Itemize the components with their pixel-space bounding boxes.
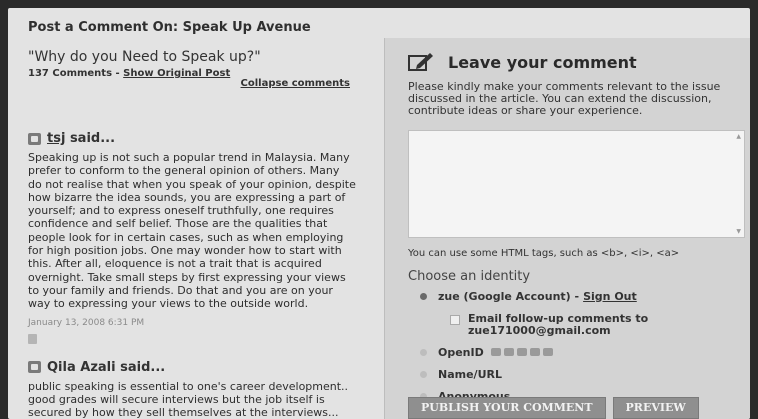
comment-date[interactable]: January 13, 2008 6:31 PM [28,318,356,328]
openid-icon [490,348,501,357]
post-title: "Why do you Need to Speak up?" [28,49,261,65]
email-followup-option[interactable]: Email follow-up comments to zue171000@gm… [450,312,732,337]
comment-textarea[interactable]: ▲ ▼ [408,129,745,238]
form-title: Leave your comment [448,52,637,72]
comment-body: public speaking is essential to one's ca… [28,379,349,419]
identity-option-openid[interactable]: OpenID [420,346,732,359]
identity-option-google[interactable]: zue (Google Account) - Sign Out [420,290,732,303]
wordpress-icon [516,348,527,357]
aim-icon [542,348,553,357]
comment-author: Qila Azali said... [28,360,356,375]
comment: tsj said... Speaking up is not such a po… [28,131,356,344]
post-header: Post a Comment On: Speak Up Avenue [28,20,311,35]
html-tags-note: You can use some HTML tags, such as <b>,… [408,247,680,259]
typepad-icon [529,348,540,357]
openid-provider-icons [490,348,553,357]
scroll-up-arrow[interactable]: ▲ [736,133,741,140]
name-url-label: Name/URL [438,367,502,381]
publish-comment-button[interactable]: PUBLISH YOUR COMMENT [408,397,606,419]
author-name: Qila Azali [47,359,116,375]
show-original-post-link[interactable]: Show Original Post [123,68,230,79]
email-followup-checkbox[interactable] [450,314,460,325]
meta-separator: - [112,68,124,79]
author-name-link[interactable]: tsj [47,131,65,146]
identity-option-name-url[interactable]: Name/URL [420,368,732,381]
sign-out-link[interactable]: Sign Out [583,290,637,303]
form-intro: Please kindly make your comments relevan… [408,80,721,118]
said-label: said... [65,131,116,146]
said-label: said... [115,359,166,375]
comment-count: 137 Comments [28,68,113,79]
blogger-profile-icon [28,361,41,374]
preview-button[interactable]: PREVIEW [612,397,699,419]
scroll-down-arrow[interactable]: ▼ [736,228,741,235]
edit-pen-icon [408,53,433,71]
screen: Post a Comment On: Speak Up Avenue "Why … [8,8,750,419]
name-url-radio[interactable] [420,370,427,378]
form-buttons: PUBLISH YOUR COMMENT PREVIEW [408,397,699,419]
collapse-comments-link[interactable]: Collapse comments [28,78,356,89]
delete-comment-icon[interactable] [28,333,37,344]
identity-heading: Choose an identity [408,268,531,284]
form-title-row: Leave your comment [408,52,732,72]
openid-radio[interactable] [420,348,427,356]
email-address: zue171000@gmail.com [468,323,611,337]
google-label: zue (Google Account) - [438,289,580,303]
comments-panel: Post a Comment On: Speak Up Avenue "Why … [8,8,370,419]
comment-form: Leave your comment Please kindly make yo… [384,38,750,419]
comment-body: Speaking up is not such a popular trend … [28,151,356,311]
google-radio[interactable] [420,292,427,300]
comment: Qila Azali said... public speaking is es… [28,360,356,419]
comment-author: tsj said... [28,131,356,146]
blogger-profile-icon [28,132,41,145]
livejournal-icon [503,348,514,357]
openid-label: OpenID [438,345,484,359]
